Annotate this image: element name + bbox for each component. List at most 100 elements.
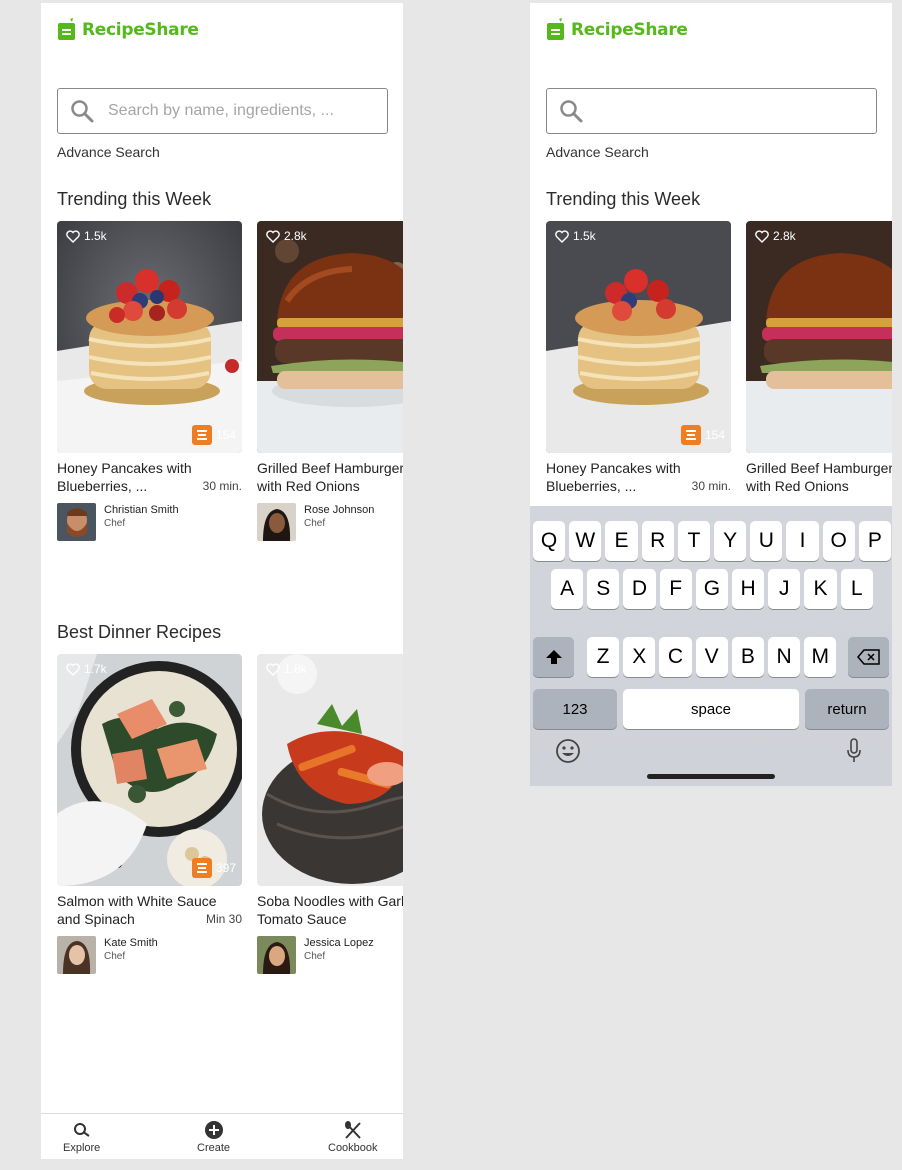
saves-value: 154 bbox=[215, 428, 236, 442]
key-z[interactable]: Z bbox=[587, 637, 620, 677]
section-title: Trending this Week bbox=[546, 189, 701, 209]
space-key[interactable]: space bbox=[623, 689, 799, 729]
key-e[interactable]: E bbox=[605, 521, 638, 561]
likes-value: 1.5k bbox=[573, 229, 596, 243]
emoji-icon[interactable] bbox=[555, 738, 581, 764]
tab-cookbook[interactable]: Cookbook bbox=[328, 1120, 378, 1154]
cookbook-icon bbox=[680, 425, 701, 445]
likes-count[interactable]: 1.5k bbox=[555, 229, 596, 243]
bottom-tab-bar: Explore Create Cookbook bbox=[41, 1113, 403, 1159]
key-y[interactable]: Y bbox=[714, 521, 747, 561]
recipe-card[interactable]: 2.8k Grilled Beef Hamburger with Red Oni… bbox=[257, 221, 403, 541]
key-q[interactable]: Q bbox=[533, 521, 566, 561]
key-v[interactable]: V bbox=[695, 637, 728, 677]
heart-icon bbox=[266, 662, 280, 676]
key-r[interactable]: R bbox=[641, 521, 674, 561]
author-name: Rose Johnson bbox=[304, 504, 375, 516]
key-s[interactable]: S bbox=[587, 569, 620, 609]
likes-value: 2.8k bbox=[773, 229, 796, 243]
key-l[interactable]: L bbox=[840, 569, 873, 609]
tab-explore[interactable]: Explore bbox=[63, 1120, 100, 1154]
app-name: RecipeShare bbox=[82, 19, 199, 40]
recipe-image-salmon: 1.7k 397 bbox=[57, 654, 242, 886]
avatar bbox=[57, 503, 96, 541]
recipe-image-burger: 2.8k bbox=[746, 221, 892, 453]
recipe-card[interactable]: 1.8k Soba Noodles with Garlic Tomato Sau… bbox=[257, 654, 403, 974]
likes-value: 1.5k bbox=[84, 229, 107, 243]
key-n[interactable]: N bbox=[768, 637, 801, 677]
search-input[interactable] bbox=[546, 88, 877, 134]
likes-count[interactable]: 1.7k bbox=[66, 662, 107, 676]
author-role: Chef bbox=[104, 951, 126, 962]
key-b[interactable]: B bbox=[731, 637, 764, 677]
key-o[interactable]: O bbox=[822, 521, 855, 561]
key-p[interactable]: P bbox=[858, 521, 891, 561]
numbers-key[interactable]: 123 bbox=[533, 689, 617, 729]
shift-arrow-icon bbox=[545, 650, 562, 664]
recipe-title[interactable]: Grilled Beef Hamburger with Red Onions bbox=[257, 459, 403, 495]
recipe-title-line1: Honey Pancakes with bbox=[57, 460, 192, 476]
key-j[interactable]: J bbox=[768, 569, 801, 609]
search-input[interactable]: Search by name, ingredients, ... bbox=[57, 88, 388, 134]
recipe-title-line2: with Red Onions bbox=[746, 478, 849, 494]
recipe-card[interactable]: 2.8k Grilled Beef Hamburger with Red Oni… bbox=[746, 221, 892, 495]
recipe-card[interactable]: 1.7k 397 Salmon with White Sauce and Spi… bbox=[57, 654, 242, 974]
delete-key[interactable] bbox=[848, 637, 889, 677]
key-m[interactable]: M bbox=[804, 637, 837, 677]
recipe-title-line1: Soba Noodles with Garlic bbox=[257, 893, 403, 909]
key-c[interactable]: C bbox=[659, 637, 692, 677]
recipe-title-line2: with Red Onions bbox=[257, 478, 360, 494]
key-f[interactable]: F bbox=[659, 569, 692, 609]
recipe-title[interactable]: Soba Noodles with Garlic Tomato Sauce bbox=[257, 892, 403, 928]
key-u[interactable]: U bbox=[750, 521, 783, 561]
likes-count[interactable]: 1.8k bbox=[266, 662, 307, 676]
saves-count: 154 bbox=[191, 425, 236, 445]
saves-value: 397 bbox=[215, 861, 236, 875]
advance-search-link[interactable]: Advance Search bbox=[57, 144, 160, 160]
recipe-card[interactable]: 1.5k 154 Honey Pancakes with Blueberries… bbox=[57, 221, 242, 541]
recipe-title[interactable]: Grilled Beef Hamburger with Red Onions bbox=[746, 459, 892, 495]
key-d[interactable]: D bbox=[623, 569, 656, 609]
recipe-title[interactable]: Salmon with White Sauce and Spinach Min … bbox=[57, 892, 242, 928]
recipe-logo-icon bbox=[58, 18, 75, 40]
author[interactable]: Rose Johnson Chef bbox=[257, 503, 403, 541]
key-g[interactable]: G bbox=[695, 569, 728, 609]
likes-count[interactable]: 2.8k bbox=[266, 229, 307, 243]
avatar bbox=[257, 936, 296, 974]
home-indicator bbox=[647, 774, 775, 779]
author[interactable]: Kate Smith Chef bbox=[57, 936, 242, 974]
recipe-title[interactable]: Honey Pancakes with Blueberries, ... 30 … bbox=[57, 459, 242, 495]
backspace-icon bbox=[856, 649, 880, 665]
microphone-icon[interactable] bbox=[846, 738, 862, 764]
key-k[interactable]: K bbox=[804, 569, 837, 609]
tab-label: Cookbook bbox=[328, 1142, 378, 1154]
cookbook-icon bbox=[191, 425, 212, 445]
likes-count[interactable]: 2.8k bbox=[755, 229, 796, 243]
key-a[interactable]: A bbox=[551, 569, 584, 609]
author[interactable]: Christian Smith Chef bbox=[57, 503, 242, 541]
heart-icon bbox=[555, 229, 569, 243]
search-placeholder: Search by name, ingredients, ... bbox=[108, 102, 334, 119]
key-h[interactable]: H bbox=[732, 569, 765, 609]
author-name: Jessica Lopez bbox=[304, 937, 374, 949]
author[interactable]: Jessica Lopez Chef bbox=[257, 936, 403, 974]
key-i[interactable]: I bbox=[786, 521, 819, 561]
tab-create[interactable]: Create bbox=[197, 1120, 230, 1154]
author-name: Christian Smith bbox=[104, 504, 179, 516]
recipe-title-line1: Grilled Beef Hamburger bbox=[257, 460, 403, 476]
saves-value: 154 bbox=[704, 428, 725, 442]
advance-search-link[interactable]: Advance Search bbox=[546, 144, 649, 160]
search-icon bbox=[73, 1123, 90, 1137]
recipe-title[interactable]: Honey Pancakes with Blueberries, ... 30 … bbox=[546, 459, 731, 495]
key-x[interactable]: X bbox=[623, 637, 656, 677]
author-role: Chef bbox=[304, 951, 326, 962]
likes-value: 1.7k bbox=[84, 662, 107, 676]
app-logo: RecipeShare bbox=[546, 18, 688, 41]
app-logo: RecipeShare bbox=[57, 18, 199, 41]
likes-count[interactable]: 1.5k bbox=[66, 229, 107, 243]
recipe-card[interactable]: 1.5k 154 Honey Pancakes with Blueberries… bbox=[546, 221, 731, 495]
return-key[interactable]: return bbox=[805, 689, 889, 729]
key-t[interactable]: T bbox=[677, 521, 710, 561]
shift-key[interactable] bbox=[533, 637, 574, 677]
key-w[interactable]: W bbox=[569, 521, 602, 561]
